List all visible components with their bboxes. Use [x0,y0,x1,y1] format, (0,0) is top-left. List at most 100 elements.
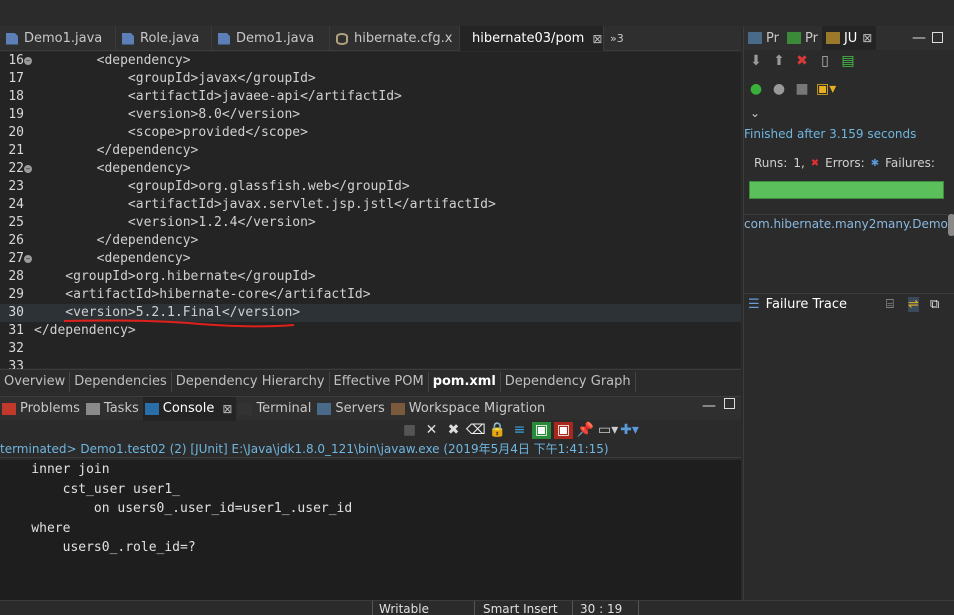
editor-tab[interactable]: Demo1.java [0,26,116,51]
view-tab[interactable]: Problems [0,397,84,421]
console-output[interactable]: inner join cst_user user1_ on users0_.us… [0,460,741,600]
maximize-icon[interactable] [724,398,735,409]
show-stderr-icon[interactable]: ▣ [554,421,573,439]
view-tab[interactable]: Console ⊠ [142,396,237,421]
copy-trace-icon[interactable]: ⧉ [930,297,939,312]
line-number: 26 [8,233,24,248]
fold-toggle-icon[interactable]: − [24,255,32,263]
tree-scrollbar[interactable] [948,214,954,236]
pom-tab[interactable]: Dependencies [70,371,172,392]
scroll-lock-icon[interactable]: 🔒 [488,422,507,439]
view-tab-icon [786,32,801,44]
code-text: <groupId>org.glassfish.web</groupId> [34,179,410,194]
code-line[interactable]: 32 [0,340,741,358]
failures-label: Failures: [885,156,935,170]
line-number: 24 [8,197,24,212]
rerun-failed-first-icon[interactable]: ● [770,80,788,98]
line-number: 28 [8,269,24,284]
code-line[interactable]: 25 <version>1.2.4</version> [0,214,741,232]
remove-launch-icon[interactable]: ✕ [422,422,441,439]
view-tab-label: Workspace Migration [408,401,546,416]
pom-tab[interactable]: Overview [0,371,71,392]
editor-tab[interactable]: hibernate.cfg.x [330,26,460,51]
fold-toggle-icon[interactable]: − [24,165,32,173]
editor-tab[interactable]: Role.java [116,26,212,51]
code-line[interactable]: 29 <artifactId>hibernate-core</artifactI… [0,286,741,304]
minimize-icon[interactable]: — [702,398,716,414]
pom-tab[interactable]: pom.xml [429,371,501,392]
terminate-icon[interactable]: ■ [400,422,419,439]
code-line[interactable]: 16− <dependency> [0,52,741,70]
pom-tab[interactable]: Dependency Graph [501,371,636,392]
view-tab[interactable]: Tasks [84,397,143,421]
clear-console-icon[interactable]: ⌫ [466,422,486,439]
code-line[interactable]: 18 <artifactId>javaee-api</artifactId> [0,88,741,106]
pom-tab[interactable]: Effective POM [330,371,429,392]
view-tab-icon [748,32,762,44]
remove-all-icon[interactable]: ✖ [444,422,463,439]
line-number: 30 [8,305,24,320]
code-line[interactable]: 27− <dependency> [0,250,741,268]
view-tab[interactable]: Workspace Migration [389,397,549,421]
fold-toggle-icon[interactable]: − [24,57,32,65]
show-failures-only-icon[interactable]: ✖ [793,52,811,70]
editor-tab-label: hibernate03/pom [472,31,585,46]
code-text: <dependency> [34,251,191,266]
code-line[interactable]: 20 <scope>provided</scope> [0,124,741,142]
junit-toolbar-1: ⬇ ⬆ ✖ ▯ ▤ [747,52,954,70]
code-text: <version>1.2.4</version> [34,215,316,230]
code-line[interactable]: 19 <version>8.0</version> [0,106,741,124]
view-tab-label: JU [843,30,858,46]
history-icon[interactable]: ▤ [839,52,857,70]
show-stdout-icon[interactable]: ▣ [532,421,551,439]
pom-tab[interactable]: Dependency Hierarchy [172,371,330,392]
close-icon[interactable]: ⊠ [862,31,872,45]
filter-stack-icon[interactable]: ⌸ [886,297,894,312]
test-tree-item[interactable]: com.hibernate.many2many.Demo1 [744,217,948,231]
editor-tab-label: Demo1.java [236,31,315,46]
rerun-test-icon[interactable]: ● [747,80,765,98]
editor-tab[interactable]: »3 [604,26,630,51]
pin-console-icon[interactable]: 📌 [576,422,595,439]
runs-label: Runs: [754,156,788,170]
code-line[interactable]: 17 <groupId>javax</groupId> [0,70,741,88]
code-line[interactable]: 28 <groupId>org.hibernate</groupId> [0,268,741,286]
view-tab-icon [144,402,159,415]
display-console-icon[interactable]: ▭▾ [598,422,618,439]
test-tree[interactable]: com.hibernate.many2many.Demo1 [744,214,948,294]
errors-label: Errors: [825,156,865,170]
editor-tab[interactable]: hibernate03/pom ⊠ [460,26,604,51]
line-number: 27 [8,251,24,266]
view-tab[interactable]: Servers [315,397,388,421]
compare-result-icon[interactable]: ⇌ [908,297,919,312]
next-failure-icon[interactable]: ⬇ [747,52,765,70]
scroll-lock-icon[interactable]: ▯ [816,52,834,70]
red-underline-annotation [63,319,295,328]
console-line: where [0,520,71,536]
previous-failure-icon[interactable]: ⬆ [770,52,788,70]
junit-view-tab[interactable]: Pr [744,26,783,50]
editor-tab[interactable]: Demo1.java [212,26,330,51]
close-icon[interactable]: ⊠ [222,402,232,416]
status-bar: Writable Smart Insert 30 : 19 [0,600,954,615]
failure-trace-header: ☰ Failure Trace ⌸ ⇌ ⧉ [744,293,954,315]
word-wrap-icon[interactable]: ≡ [510,422,529,439]
open-console-icon[interactable]: ✚▾ [620,422,639,439]
maximize-icon[interactable] [932,32,943,43]
list-icon: ☰ [748,297,760,312]
code-line[interactable]: 22− <dependency> [0,160,741,178]
editor-tab-label: hibernate.cfg.x [354,31,453,46]
test-run-history-icon[interactable]: ▣▾ [816,80,836,98]
minimize-icon[interactable]: — [912,30,926,46]
junit-view-tab[interactable]: Pr [783,26,822,50]
code-line[interactable]: 24 <artifactId>javax.servlet.jsp.jstl</a… [0,196,741,214]
close-icon[interactable]: ⊠ [592,32,602,46]
view-tab[interactable]: Terminal [236,397,315,421]
stop-icon[interactable]: ■ [793,80,811,98]
junit-view-tab[interactable]: JU ⊠ [821,26,877,50]
code-line[interactable]: 21 </dependency> [0,142,741,160]
view-menu-chevron-icon[interactable]: ⌄ [750,106,760,120]
code-line[interactable]: 23 <groupId>org.glassfish.web</groupId> [0,178,741,196]
finished-time: Finished after 3.159 seconds [744,127,917,141]
code-line[interactable]: 26 </dependency> [0,232,741,250]
